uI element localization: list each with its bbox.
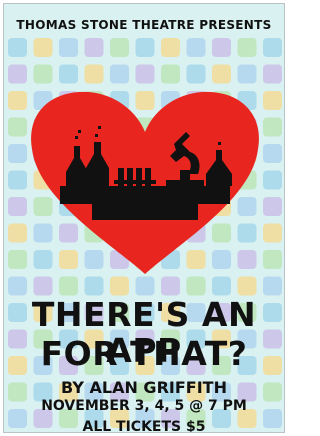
ticket-price: ALL TICKETS $5 bbox=[82, 419, 206, 433]
show-dates: NOVEMBER 3, 4, 5 @ 7 PM bbox=[41, 398, 247, 414]
byline: BY ALAN GRIFFITH bbox=[61, 378, 227, 397]
poster: THOMAS STONE THEATRE PRESENTS THERE'S AN… bbox=[3, 3, 285, 433]
title-line-2: FOR THAT? bbox=[40, 334, 248, 373]
